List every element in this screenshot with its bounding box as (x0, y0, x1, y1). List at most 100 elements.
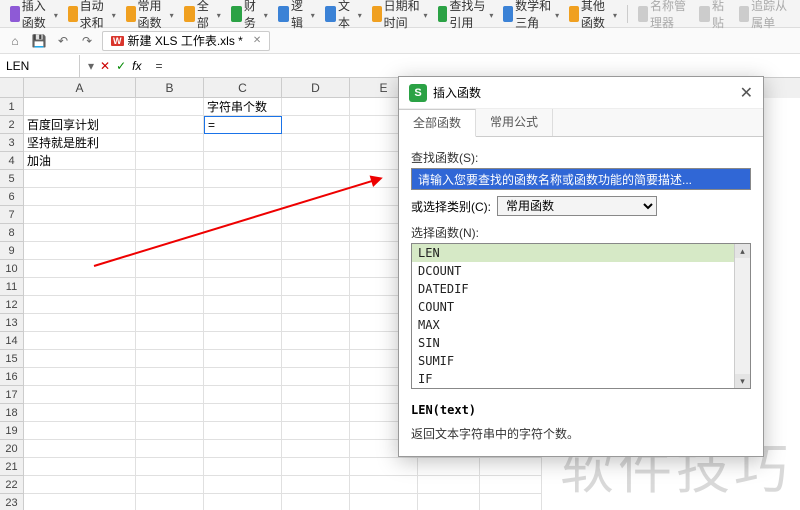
row-header-1[interactable]: 1 (0, 98, 24, 116)
cell-A13[interactable] (24, 314, 136, 332)
cell-A16[interactable] (24, 368, 136, 386)
cell-A18[interactable] (24, 404, 136, 422)
cell-E21[interactable] (350, 458, 418, 476)
ribbon-查找与引用[interactable]: 查找与引用 (434, 0, 498, 33)
row-header-17[interactable]: 17 (0, 386, 24, 404)
cell-B21[interactable] (136, 458, 204, 476)
cell-B22[interactable] (136, 476, 204, 494)
name-box[interactable]: LEN (0, 55, 80, 77)
category-select[interactable]: 常用函数 (497, 196, 657, 216)
cell-B8[interactable] (136, 224, 204, 242)
cell-D7[interactable] (282, 206, 350, 224)
cell-B2[interactable] (136, 116, 204, 134)
dialog-tab-1[interactable]: 常用公式 (476, 109, 553, 136)
ribbon-插入函数[interactable]: 插入函数 (6, 0, 62, 33)
function-item-MAX[interactable]: MAX (412, 316, 734, 334)
cell-D10[interactable] (282, 260, 350, 278)
cell-B4[interactable] (136, 152, 204, 170)
row-header-12[interactable]: 12 (0, 296, 24, 314)
cell-A7[interactable] (24, 206, 136, 224)
cell-B17[interactable] (136, 386, 204, 404)
function-item-DCOUNT[interactable]: DCOUNT (412, 262, 734, 280)
cell-A5[interactable] (24, 170, 136, 188)
row-header-6[interactable]: 6 (0, 188, 24, 206)
cell-B7[interactable] (136, 206, 204, 224)
ribbon-常用函数[interactable]: 常用函数 (122, 0, 178, 33)
row-header-11[interactable]: 11 (0, 278, 24, 296)
cell-J22[interactable] (418, 476, 480, 494)
cell-A14[interactable] (24, 332, 136, 350)
cell-K22[interactable] (480, 476, 542, 494)
row-header-19[interactable]: 19 (0, 422, 24, 440)
cell-D19[interactable] (282, 422, 350, 440)
cell-D9[interactable] (282, 242, 350, 260)
dropdown-icon[interactable]: ▾ (88, 59, 94, 73)
cell-B13[interactable] (136, 314, 204, 332)
cell-B12[interactable] (136, 296, 204, 314)
cell-B10[interactable] (136, 260, 204, 278)
cell-E22[interactable] (350, 476, 418, 494)
ribbon-财务[interactable]: 财务 (227, 0, 272, 33)
cell-C16[interactable] (204, 368, 282, 386)
cell-D3[interactable] (282, 134, 350, 152)
cell-C13[interactable] (204, 314, 282, 332)
ribbon-自动求和[interactable]: 自动求和 (64, 0, 120, 33)
cell-A3[interactable]: 坚持就是胜利 (24, 134, 136, 152)
close-tab-icon[interactable]: ✕ (253, 35, 261, 46)
cell-C9[interactable] (204, 242, 282, 260)
cancel-icon[interactable]: ✕ (100, 59, 110, 73)
row-header-2[interactable]: 2 (0, 116, 24, 134)
cell-D18[interactable] (282, 404, 350, 422)
function-item-LEN[interactable]: LEN (412, 244, 734, 262)
ribbon-数学和三角[interactable]: 数学和三角 (499, 0, 563, 33)
cell-D23[interactable] (282, 494, 350, 510)
scroll-down-icon[interactable]: ▾ (735, 374, 750, 388)
cell-D22[interactable] (282, 476, 350, 494)
cell-B6[interactable] (136, 188, 204, 206)
ribbon-文本[interactable]: 文本 (321, 0, 366, 33)
row-header-15[interactable]: 15 (0, 350, 24, 368)
cell-C10[interactable] (204, 260, 282, 278)
ribbon-其他函数[interactable]: 其他函数 (565, 0, 621, 33)
col-header-B[interactable]: B (136, 78, 204, 98)
cell-B14[interactable] (136, 332, 204, 350)
cell-D2[interactable] (282, 116, 350, 134)
cell-D16[interactable] (282, 368, 350, 386)
cell-C18[interactable] (204, 404, 282, 422)
ribbon-逻辑[interactable]: 逻辑 (274, 0, 319, 33)
cell-A2[interactable]: 百度回享计划 (24, 116, 136, 134)
cell-A10[interactable] (24, 260, 136, 278)
row-header-7[interactable]: 7 (0, 206, 24, 224)
row-header-3[interactable]: 3 (0, 134, 24, 152)
cell-A19[interactable] (24, 422, 136, 440)
cell-D1[interactable] (282, 98, 350, 116)
cell-A15[interactable] (24, 350, 136, 368)
row-header-9[interactable]: 9 (0, 242, 24, 260)
cell-B5[interactable] (136, 170, 204, 188)
home-icon[interactable]: ⌂ (6, 32, 24, 50)
col-header-C[interactable]: C (204, 78, 282, 98)
cell-C12[interactable] (204, 296, 282, 314)
cell-D8[interactable] (282, 224, 350, 242)
cell-B19[interactable] (136, 422, 204, 440)
cell-C5[interactable] (204, 170, 282, 188)
cell-A22[interactable] (24, 476, 136, 494)
row-header-10[interactable]: 10 (0, 260, 24, 278)
cell-C20[interactable] (204, 440, 282, 458)
cell-B3[interactable] (136, 134, 204, 152)
cell-A1[interactable] (24, 98, 136, 116)
close-icon[interactable]: ✕ (740, 83, 753, 103)
cell-B23[interactable] (136, 494, 204, 510)
row-header-13[interactable]: 13 (0, 314, 24, 332)
cell-J23[interactable] (418, 494, 480, 510)
function-item-IF[interactable]: IF (412, 370, 734, 388)
cell-E23[interactable] (350, 494, 418, 510)
row-header-23[interactable]: 23 (0, 494, 24, 510)
scroll-up-icon[interactable]: ▴ (735, 244, 750, 258)
row-header-22[interactable]: 22 (0, 476, 24, 494)
cell-D11[interactable] (282, 278, 350, 296)
cell-B20[interactable] (136, 440, 204, 458)
cell-C15[interactable] (204, 350, 282, 368)
cell-C14[interactable] (204, 332, 282, 350)
cell-B15[interactable] (136, 350, 204, 368)
